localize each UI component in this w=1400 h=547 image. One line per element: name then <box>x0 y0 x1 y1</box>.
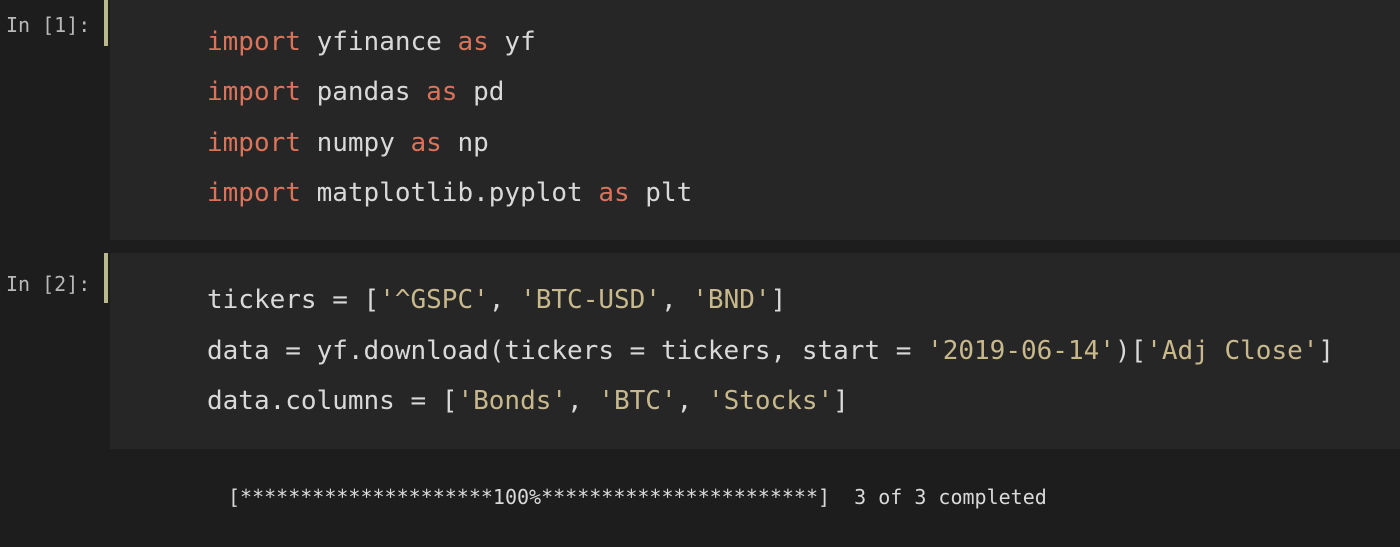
cell-1-code-line-1: import yfinance as yf <box>207 27 536 57</box>
code-token: matplotlib.pyplot <box>300 178 599 208</box>
cell-1-code-line-3: import numpy as np <box>207 128 489 158</box>
code-token: data.columns = [ <box>207 386 458 416</box>
code-token: pandas <box>300 77 427 107</box>
code-keyword: as <box>426 77 458 107</box>
code-string: '^GSPC' <box>379 285 489 315</box>
code-token: ] <box>770 285 787 315</box>
cell-2-prompt: In [2]: <box>6 272 91 296</box>
code-keyword: import <box>207 27 301 57</box>
code-token: plt <box>629 178 693 208</box>
code-string: 'Bonds' <box>457 386 568 416</box>
code-token: numpy <box>300 128 411 158</box>
code-keyword: as <box>457 27 489 57</box>
code-token: yf <box>488 27 536 57</box>
code-string: 'BND' <box>692 285 771 315</box>
code-token: , <box>567 386 599 416</box>
code-token: )[ <box>1114 336 1147 366</box>
cell-1-code-line-2: import pandas as pd <box>207 77 504 107</box>
code-keyword: import <box>207 128 301 158</box>
code-string: 'BTC' <box>598 386 677 416</box>
code-token: ] <box>833 386 849 416</box>
code-token: , <box>488 285 521 315</box>
cell-1-prompt: In [1]: <box>6 13 91 37</box>
code-token: np <box>441 128 489 158</box>
code-token: yfinance <box>300 27 458 57</box>
code-string: 'BTC-USD' <box>520 285 661 315</box>
code-cell-2[interactable]: In [2]: tickers = ['^GSPC', 'BTC-USD', '… <box>0 253 1400 449</box>
cell-2-code-line-2: data = yf.download(tickers = tickers, st… <box>207 336 1334 366</box>
code-keyword: as <box>410 128 442 158</box>
code-token: , <box>660 285 693 315</box>
code-keyword: import <box>207 178 301 208</box>
cell-2-code-line-3: data.columns = ['Bonds', 'BTC', 'Stocks'… <box>207 386 849 416</box>
code-string: '2019-06-14' <box>927 336 1115 366</box>
code-keyword: import <box>207 77 301 107</box>
code-token: data = yf.download(tickers = tickers, st… <box>207 336 928 366</box>
code-token: , <box>676 386 708 416</box>
code-cell-1[interactable]: In [1]: import yfinance as yf import pan… <box>0 0 1400 240</box>
code-string: 'Stocks' <box>707 386 834 416</box>
code-string: 'Adj Close' <box>1146 336 1319 366</box>
code-keyword: as <box>598 178 630 208</box>
code-token: ] <box>1318 336 1335 366</box>
cell-2-edge-bar <box>104 253 108 303</box>
cell-1-code-line-4: import matplotlib.pyplot as plt <box>207 178 692 208</box>
notebook-page: In [1]: import yfinance as yf import pan… <box>0 0 1400 547</box>
cell-1-edge-bar <box>104 0 108 46</box>
code-token: pd <box>457 77 505 107</box>
cell-2-code-line-1: tickers = ['^GSPC', 'BTC-USD', 'BND'] <box>207 285 786 315</box>
code-token: tickers = [ <box>207 285 380 315</box>
download-progress-text: [*********************100%**************… <box>228 485 1047 509</box>
